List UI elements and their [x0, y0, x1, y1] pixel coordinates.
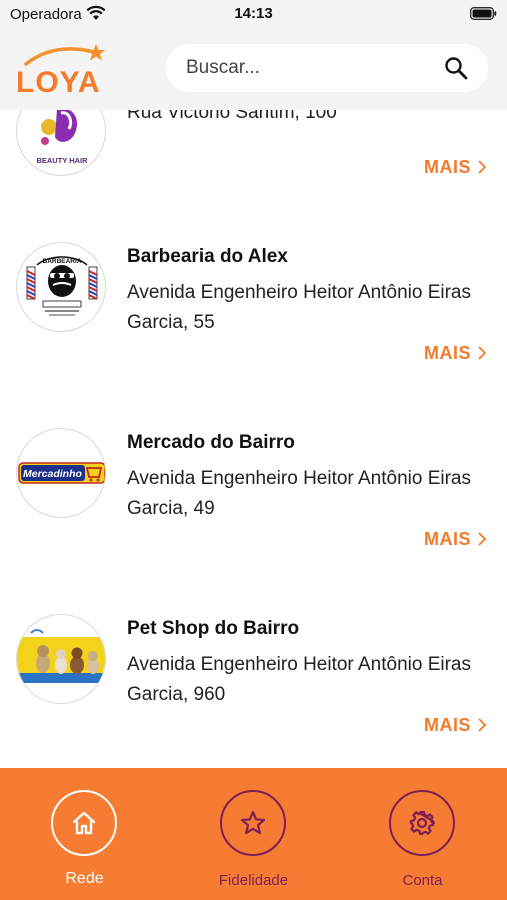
svg-text:BEAUTY HAIR: BEAUTY HAIR [36, 156, 88, 165]
store-address: Avenida Engenheiro Heitor Antônio Eiras … [127, 654, 471, 705]
chevron-right-icon [478, 160, 487, 174]
store-card[interactable]: Pet Shop do Bairro Avenida Engenheiro He… [0, 614, 507, 768]
store-card[interactable]: BARBEARIA Barbearia do Alex Avenida Enge… [0, 242, 507, 428]
status-bar: Operadora 14:13 [0, 0, 507, 28]
more-label: MAIS [424, 529, 471, 549]
store-logo: BEAUTY HAIR [16, 110, 106, 176]
store-logo: Mercadinho [16, 428, 106, 518]
store-name: Barbearia do Alex [127, 246, 288, 267]
store-list[interactable]: BEAUTY HAIR Rua Victório Santim, 100 MAI… [0, 110, 507, 768]
tab-rede[interactable]: Rede [0, 768, 169, 900]
tab-icon-circle[interactable] [389, 790, 455, 856]
svg-text:BARBEARIA: BARBEARIA [43, 258, 82, 265]
home-icon [72, 811, 96, 835]
more-label: MAIS [424, 715, 471, 735]
search-bar[interactable]: Buscar... [166, 44, 488, 92]
search-input[interactable]: Buscar... [186, 57, 260, 79]
tab-icon-circle[interactable] [220, 790, 286, 856]
chevron-right-icon [478, 532, 487, 546]
tab-label: Rede [65, 870, 104, 887]
chevron-right-icon [478, 346, 487, 360]
search-icon[interactable] [444, 56, 468, 80]
store-address: Rua Victório Santim, 100 [127, 110, 337, 123]
store-logo: BARBEARIA [16, 242, 106, 332]
tab-icon-circle[interactable] [51, 790, 117, 856]
gear-icon [409, 810, 435, 836]
more-button[interactable]: MAIS [424, 715, 487, 736]
store-name: Pet Shop do Bairro [127, 618, 300, 639]
tab-label: Fidelidade [218, 872, 289, 889]
tab-bar: Rede Fidelidade Conta [0, 768, 507, 900]
store-name: Mercado do Bairro [127, 432, 295, 453]
clock: 14:13 [234, 5, 273, 22]
chevron-right-icon [478, 718, 487, 732]
store-card[interactable]: Mercadinho Mercado do Bairro Avenida Eng… [0, 428, 507, 614]
more-label: MAIS [424, 343, 471, 363]
svg-text:Mercadinho: Mercadinho [23, 468, 83, 480]
svg-text:LOYA: LOYA [16, 66, 101, 96]
app-header: LOYA Buscar... [0, 28, 507, 110]
tab-label: Conta [402, 872, 443, 889]
store-address: Avenida Engenheiro Heitor Antônio Eiras … [127, 282, 471, 333]
store-logo [16, 614, 106, 704]
more-button[interactable]: MAIS [424, 343, 487, 364]
more-label: MAIS [424, 157, 471, 177]
more-button[interactable]: MAIS [424, 157, 487, 178]
tab-fidelidade[interactable]: Fidelidade [169, 768, 338, 900]
more-button[interactable]: MAIS [424, 529, 487, 550]
star-icon [240, 810, 266, 835]
store-address: Avenida Engenheiro Heitor Antônio Eiras … [127, 468, 471, 519]
tab-conta[interactable]: Conta [338, 768, 507, 900]
battery-icon [470, 7, 497, 20]
loya-logo[interactable]: LOYA [14, 40, 114, 96]
